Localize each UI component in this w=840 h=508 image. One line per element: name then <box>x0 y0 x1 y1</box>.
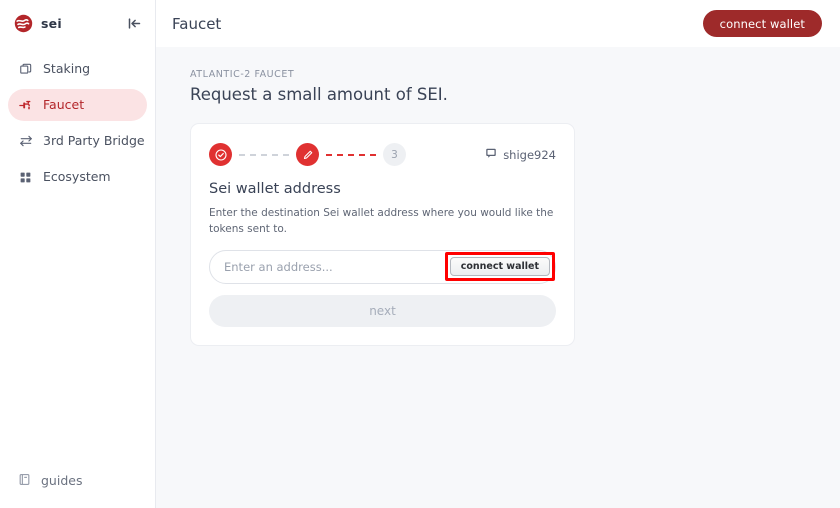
content-area: ATLANTIC-2 FAUCET Request a small amount… <box>156 47 840 508</box>
brand[interactable]: sei <box>14 14 62 33</box>
app-root: sei Staking Faucet 3rd Party Bridge Ecos… <box>0 0 840 508</box>
bridge-arrows-icon <box>18 134 33 149</box>
next-button[interactable]: next <box>209 294 556 327</box>
stepper-step-1-complete[interactable] <box>209 143 232 166</box>
faucet-headline: Request a small amount of SEI. <box>190 85 448 104</box>
address-input-row: connect wallet <box>209 249 556 284</box>
sidebar: sei Staking Faucet 3rd Party Bridge Ecos… <box>0 0 156 508</box>
sidebar-item-label: Staking <box>43 60 91 76</box>
sidebar-item-faucet[interactable]: Faucet <box>8 89 147 121</box>
connect-wallet-button[interactable]: connect wallet <box>702 10 822 37</box>
sidebar-item-label: Faucet <box>43 96 85 112</box>
topbar: Faucet connect wallet <box>156 0 840 47</box>
page-title: Faucet <box>172 14 222 33</box>
connect-wallet-inline-button[interactable]: connect wallet <box>449 256 550 276</box>
book-icon <box>18 473 31 489</box>
sidebar-item-staking[interactable]: Staking <box>8 53 147 85</box>
grid-dots-icon <box>18 170 33 185</box>
sidebar-footer: guides <box>0 466 155 508</box>
main-area: Faucet connect wallet ATLANTIC-2 FAUCET … <box>156 0 840 508</box>
stepper-step-3-pending[interactable]: 3 <box>383 143 406 166</box>
faucet-card: 3 shige924 Sei wallet address Enter the … <box>190 123 575 346</box>
discord-chat-icon <box>485 147 497 162</box>
sidebar-item-3rd-party-bridge[interactable]: 3rd Party Bridge <box>8 125 147 157</box>
user-badge[interactable]: shige924 <box>485 147 556 162</box>
collapse-panel-icon[interactable] <box>125 14 143 32</box>
check-circle-icon <box>214 148 227 161</box>
faucet-tap-icon <box>18 98 33 113</box>
sei-logo-icon <box>14 14 33 32</box>
sidebar-item-label: Ecosystem <box>43 168 111 184</box>
layers-icon <box>18 62 33 77</box>
action-highlight-box: connect wallet <box>444 251 555 281</box>
sidebar-item-label: 3rd Party Bridge <box>43 132 145 148</box>
user-name: shige924 <box>503 147 556 162</box>
brand-name: sei <box>41 15 62 31</box>
sidebar-item-guides[interactable]: guides <box>8 466 147 496</box>
sidebar-item-label: guides <box>41 472 83 488</box>
sidebar-header: sei <box>0 0 155 46</box>
card-description: Enter the destination Sei wallet address… <box>209 207 554 235</box>
faucet-network-label: ATLANTIC-2 FAUCET <box>190 69 295 80</box>
stepper-connector-2 <box>326 153 376 156</box>
collapse-arrow-glyph <box>128 17 140 29</box>
sidebar-nav: Staking Faucet 3rd Party Bridge Ecosyste… <box>0 53 155 193</box>
stepper-connector-1 <box>239 153 289 156</box>
stepper: 3 shige924 <box>209 143 556 166</box>
card-title: Sei wallet address <box>209 181 341 197</box>
sidebar-item-ecosystem[interactable]: Ecosystem <box>8 161 147 193</box>
stepper-step-2-active[interactable] <box>296 143 319 166</box>
pencil-edit-icon <box>303 150 312 159</box>
